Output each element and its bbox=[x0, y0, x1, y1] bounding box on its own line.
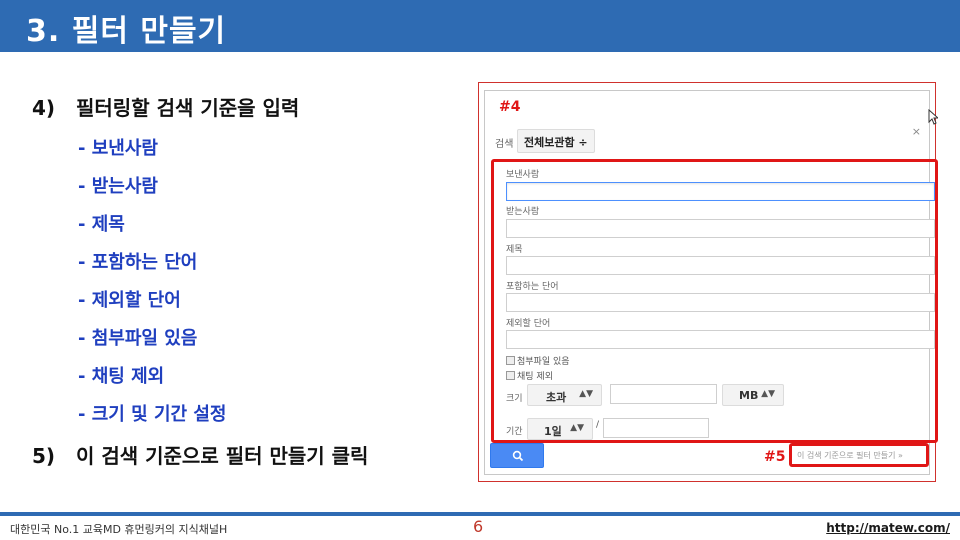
exclude-chat-label: 채팅 제외 bbox=[517, 372, 553, 382]
footer-divider bbox=[0, 512, 960, 516]
create-filter-highlight-box: 이 검색 기준으로 필터 만들기 » bbox=[789, 443, 929, 467]
has-words-label: 포함하는 단어 bbox=[506, 282, 559, 292]
size-operator-select[interactable]: 초과 ▲▼ bbox=[527, 384, 602, 406]
to-label: 받는사람 bbox=[506, 207, 540, 217]
date-input[interactable] bbox=[603, 418, 709, 438]
criteria-highlight-box: 보낸사람 받는사람 제목 포함하는 단어 제외할 단어 첨부파일 있음 채팅 제… bbox=[491, 159, 938, 443]
subject-label: 제목 bbox=[506, 245, 523, 255]
step-text: 이 검색 기준으로 필터 만들기 클릭 bbox=[76, 444, 369, 468]
create-filter-link[interactable]: 이 검색 기준으로 필터 만들기 » bbox=[797, 450, 903, 461]
date-separator: / bbox=[596, 420, 600, 430]
scope-label: 검색 bbox=[495, 139, 514, 150]
size-operator-value: 초과 bbox=[546, 391, 567, 404]
slide-title: 3. 필터 만들기 bbox=[26, 14, 227, 49]
size-label: 크기 bbox=[506, 394, 523, 404]
annotation-tag-5: #5 bbox=[764, 449, 786, 465]
list-item: - 제외할 단어 bbox=[78, 290, 181, 311]
list-item: - 첨부파일 있음 bbox=[78, 328, 198, 349]
step-4: 4) 필터링할 검색 기준을 입력 bbox=[32, 92, 299, 121]
has-words-input[interactable] bbox=[506, 293, 935, 312]
from-label: 보낸사람 bbox=[506, 170, 540, 180]
date-range-select[interactable]: 1일 ▲▼ bbox=[527, 418, 593, 440]
step-text: 필터링할 검색 기준을 입력 bbox=[76, 96, 300, 120]
step-5: 5) 이 검색 기준으로 필터 만들기 클릭 bbox=[32, 440, 368, 469]
list-item: - 제목 bbox=[78, 214, 125, 235]
page-number: 6 bbox=[473, 517, 484, 536]
size-value-input[interactable] bbox=[610, 384, 717, 404]
step-number: 5) bbox=[32, 444, 56, 468]
exclude-chat-checkbox[interactable]: 채팅 제외 bbox=[506, 369, 553, 382]
exclude-words-input[interactable] bbox=[506, 330, 935, 349]
checkbox-icon bbox=[506, 371, 515, 380]
select-arrows-icon: ▲▼ bbox=[761, 389, 775, 399]
title-bar: 3. 필터 만들기 bbox=[0, 0, 960, 52]
annotation-tag-4: #4 bbox=[499, 99, 521, 115]
from-input[interactable] bbox=[506, 182, 935, 201]
size-unit-select[interactable]: MB ▲▼ bbox=[722, 384, 784, 406]
list-item: - 받는사람 bbox=[78, 176, 158, 197]
step-number: 4) bbox=[32, 96, 56, 120]
exclude-words-label: 제외할 단어 bbox=[506, 319, 551, 329]
list-item: - 보낸사람 bbox=[78, 138, 158, 159]
list-item: - 포함하는 단어 bbox=[78, 252, 198, 273]
select-arrows-icon: ▲▼ bbox=[570, 423, 584, 433]
footer-url-link[interactable]: http://matew.com/ bbox=[826, 521, 950, 535]
to-input[interactable] bbox=[506, 219, 935, 238]
list-item: - 채팅 제외 bbox=[78, 366, 165, 387]
list-item: - 크기 및 기간 설정 bbox=[78, 404, 227, 425]
close-icon[interactable]: × bbox=[912, 125, 921, 138]
filter-screenshot-frame: #4 × 검색 전체보관함 ÷ 보낸사람 받는사람 제목 포함하는 단어 제외할… bbox=[478, 82, 938, 482]
size-unit-value: MB bbox=[739, 389, 759, 402]
checkbox-icon bbox=[506, 356, 515, 365]
date-range-value: 1일 bbox=[544, 425, 562, 438]
date-label: 기간 bbox=[506, 427, 523, 437]
scope-select[interactable]: 전체보관함 ÷ bbox=[517, 129, 595, 153]
search-icon bbox=[512, 450, 524, 462]
mouse-cursor-icon bbox=[928, 109, 938, 125]
search-options-dialog: #4 × 검색 전체보관함 ÷ 보낸사람 받는사람 제목 포함하는 단어 제외할… bbox=[484, 90, 938, 475]
footer-brand: 대한민국 No.1 교육MD 휴먼링커의 지식채널H bbox=[10, 523, 228, 536]
has-attachment-label: 첨부파일 있음 bbox=[517, 357, 570, 367]
has-attachment-checkbox[interactable]: 첨부파일 있음 bbox=[506, 354, 570, 367]
select-arrows-icon: ▲▼ bbox=[579, 389, 593, 399]
search-button[interactable] bbox=[490, 443, 544, 468]
subject-input[interactable] bbox=[506, 256, 935, 275]
